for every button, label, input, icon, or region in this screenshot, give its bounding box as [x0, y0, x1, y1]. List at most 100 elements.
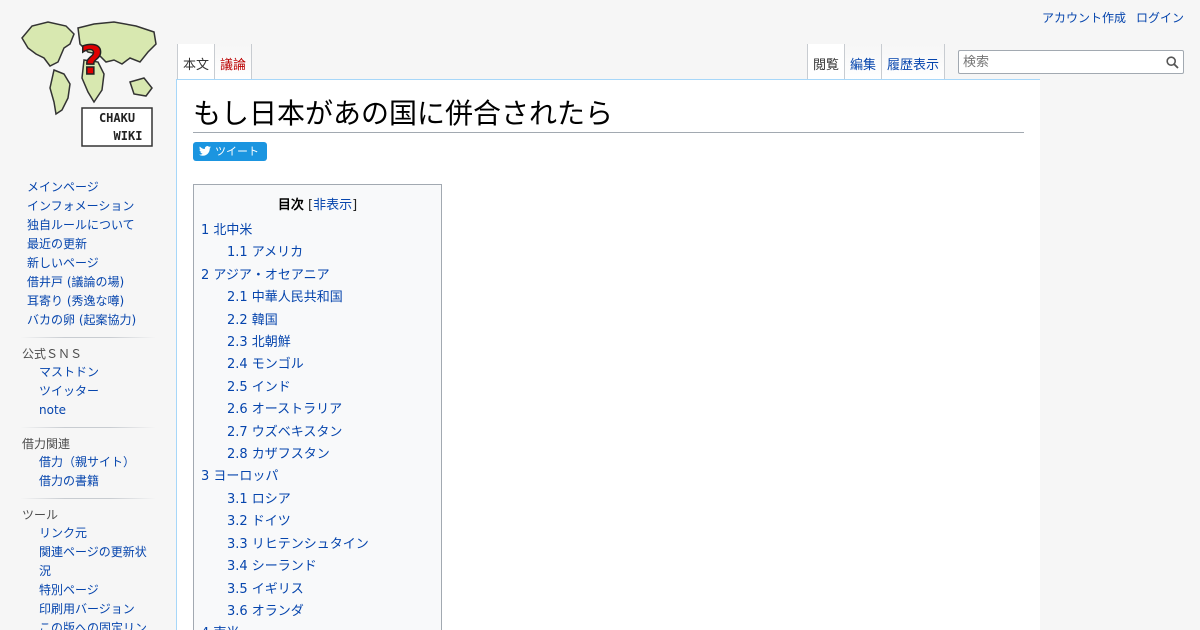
toc-title: 目次 [非表示]	[277, 198, 358, 213]
sidebar-heading-sns: 公式ＳＮＳ	[20, 336, 156, 363]
sidebar-sns-link[interactable]: note	[39, 403, 66, 417]
site-logo[interactable]: ? CHAKU WIKI	[18, 18, 160, 148]
toc-link[interactable]: 3 ヨーロッパ	[201, 469, 278, 484]
toc-item: 2.6 オーストラリア	[201, 399, 434, 421]
toc-list: 1 北中米 1.1 アメリカ 2 アジア・オセアニア 2.1 中華人民共和国 2.2 韓…	[201, 220, 434, 630]
sidebar-sns-item: マストドン	[39, 363, 156, 382]
sidebar-nav-item: 新しいページ	[27, 254, 156, 273]
toc-item: 2.8 カザフスタン	[201, 444, 434, 466]
toc-link[interactable]: 2 アジア・オセアニア	[201, 268, 330, 283]
toc-item: 2 アジア・オセアニア	[201, 265, 434, 287]
toc-link[interactable]: 3.2 ドイツ	[227, 514, 291, 529]
toc-link[interactable]: 2.6 オーストラリア	[227, 402, 342, 417]
sidebar-nav-link[interactable]: インフォメーション	[27, 199, 134, 213]
toc-link[interactable]: 1 北中米	[201, 223, 252, 238]
login-link[interactable]: ログイン	[1136, 9, 1184, 26]
toc-link[interactable]: 3.3 リヒテンシュタイン	[227, 537, 369, 552]
toc-link[interactable]: 2.2 韓国	[227, 313, 278, 328]
sidebar-nav-link[interactable]: 耳寄り (秀逸な噂)	[27, 294, 124, 308]
sidebar-tools-item: この版への固定リンク	[39, 619, 156, 630]
sidebar-tools: ツール リンク元関連ページの更新状況特別ページ印刷用バージョンこの版への固定リン…	[20, 497, 156, 630]
sidebar-tools-link[interactable]: 印刷用バージョン	[39, 602, 135, 616]
toc-item: 2.7 ウズベキスタン	[201, 422, 434, 444]
sidebar-nav-item: 最近の更新	[27, 235, 156, 254]
toc-link[interactable]: 2.3 北朝鮮	[227, 335, 291, 350]
personal-tools: アカウント作成 ログイン	[1042, 9, 1184, 26]
toc-link[interactable]: 3.4 シーランド	[227, 559, 317, 574]
namespace-tabs: 本文 議論	[177, 44, 253, 80]
toc-item: 2.1 中華人民共和国	[201, 287, 434, 309]
sidebar-tools-item: 関連ページの更新状況	[39, 543, 156, 581]
sidebar-sns-link[interactable]: マストドン	[39, 365, 99, 379]
sidebar-tools-link[interactable]: 関連ページの更新状況	[39, 545, 147, 578]
toc-link[interactable]: 3.6 オランダ	[227, 604, 304, 619]
sidebar-nav-item: インフォメーション	[27, 197, 156, 216]
svg-text:?: ?	[80, 38, 103, 84]
sidebar-heading-tools: ツール	[20, 497, 156, 524]
sidebar-nav-item: 耳寄り (秀逸な噂)	[27, 292, 156, 311]
toc-link[interactable]: 2.4 モンゴル	[227, 357, 304, 372]
table-of-contents: 目次 [非表示] 1 北中米 1.1 アメリカ 2 アジア・オセアニア 2.1 中華人…	[193, 184, 442, 630]
toc-item: 2.3 北朝鮮	[201, 332, 434, 354]
sidebar-heading-related: 借力関連	[20, 426, 156, 453]
sidebar-sns: 公式ＳＮＳ マストドンツイッター note	[20, 336, 156, 420]
toc-link[interactable]: 4 南米	[201, 626, 239, 630]
sidebar-nav-link[interactable]: メインページ	[27, 180, 99, 194]
sidebar-tools-item: 特別ページ	[39, 581, 156, 600]
sidebar-tools-item: 印刷用バージョン	[39, 600, 156, 619]
search-input[interactable]	[959, 51, 1161, 73]
sidebar-related-item: 借力の書籍	[39, 472, 156, 491]
search-icon	[1165, 55, 1179, 69]
toc-link[interactable]: 2.7 ウズベキスタン	[227, 425, 342, 440]
tweet-button[interactable]: ツイート	[193, 141, 267, 161]
sidebar-nav-item: 借井戸 (議論の場)	[27, 273, 156, 292]
tab-talk[interactable]: 議論	[215, 44, 253, 80]
sidebar-sns-link[interactable]: ツイッター	[39, 384, 99, 398]
tab-history[interactable]: 履歴表示	[882, 44, 946, 80]
toc-item: 3.3 リヒテンシュタイン	[201, 534, 434, 556]
sidebar-nav-link[interactable]: バカの卵 (起案協力)	[27, 313, 136, 327]
sidebar-nav-item: 独自ルールについて	[27, 216, 156, 235]
view-tabs: 閲覧 編集 履歴表示	[807, 44, 946, 80]
toc-link[interactable]: 2.5 インド	[227, 380, 291, 395]
sidebar-related-link[interactable]: 借力（親サイト）	[39, 455, 135, 469]
sidebar-nav-link[interactable]: 新しいページ	[27, 256, 99, 270]
sidebar-nav-link[interactable]: 借井戸 (議論の場)	[27, 275, 124, 289]
tab-page[interactable]: 本文	[177, 44, 216, 80]
toc-item: 3.4 シーランド	[201, 556, 434, 578]
sidebar-tools-item: リンク元	[39, 524, 156, 543]
toc-item: 1 北中米	[201, 220, 434, 242]
toc-link[interactable]: 3.5 イギリス	[227, 582, 304, 597]
sidebar-tools-link[interactable]: 特別ページ	[39, 583, 99, 597]
toc-link[interactable]: 2.8 カザフスタン	[227, 447, 330, 462]
sidebar-nav-item: バカの卵 (起案協力)	[27, 311, 156, 330]
toc-link[interactable]: 3.1 ロシア	[227, 492, 291, 507]
toc-heading: 目次	[277, 198, 304, 213]
toc-item: 3 ヨーロッパ	[201, 466, 434, 488]
twitter-bird-icon	[199, 146, 211, 156]
toc-item: 3.6 オランダ	[201, 601, 434, 623]
toc-toggle[interactable]: 非表示	[313, 198, 352, 213]
toc-link[interactable]: 2.1 中華人民共和国	[227, 290, 343, 305]
sidebar-tools-link[interactable]: この版への固定リンク	[39, 621, 147, 630]
toc-item: 1.1 アメリカ	[201, 242, 434, 264]
search-box	[958, 50, 1184, 74]
svg-text:CHAKU: CHAKU	[99, 111, 135, 125]
search-button[interactable]	[1161, 51, 1183, 73]
toc-item: 2.4 モンゴル	[201, 354, 434, 376]
toc-item: 2.2 韓国	[201, 310, 434, 332]
world-map-logo-icon: ? CHAKU WIKI	[21, 21, 157, 147]
sidebar-nav-link[interactable]: 最近の更新	[27, 237, 87, 251]
toc-item: 3.2 ドイツ	[201, 511, 434, 533]
toc-link[interactable]: 1.1 アメリカ	[227, 245, 303, 260]
tab-read[interactable]: 閲覧	[807, 44, 846, 80]
tab-edit[interactable]: 編集	[845, 44, 883, 80]
sidebar-related-link[interactable]: 借力の書籍	[39, 474, 99, 488]
sidebar-nav-link[interactable]: 独自ルールについて	[27, 218, 135, 232]
sidebar-sns-item: ツイッター	[39, 382, 156, 401]
tweet-label: ツイート	[215, 145, 259, 158]
sidebar-tools-link[interactable]: リンク元	[39, 526, 87, 540]
create-account-link[interactable]: アカウント作成	[1042, 9, 1126, 26]
toc-item: 3.1 ロシア	[201, 489, 434, 511]
sidebar-related-item: 借力（親サイト）	[39, 453, 156, 472]
